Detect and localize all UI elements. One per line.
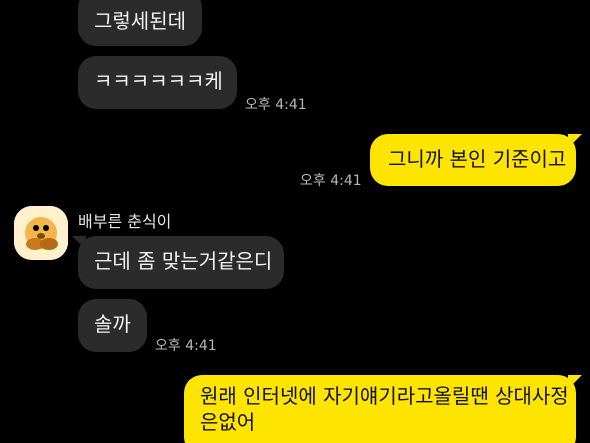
message-text: 그니까 본인 기준이고 [388, 147, 567, 171]
message-text-line: 원래 인터넷에 자기얘기라고올릴땐 상대사정 [200, 384, 569, 408]
message-timestamp: 오후 4:41 [300, 173, 362, 189]
message-text: 그렇세된데 [94, 9, 186, 33]
message-timestamp: 오후 4:41 [245, 97, 307, 113]
message-timestamp: 오후 4:41 [155, 338, 217, 354]
message-text: 솔까 [94, 312, 131, 336]
message-bubble-incoming[interactable]: 그렇세된데 [78, 0, 202, 46]
chat-screen: 그렇세된데 ㅋㅋㅋㅋㅋㅋ케 오후 4:41 그니까 본인 기준이고 오후 4:4… [0, 0, 590, 443]
message-bubble-outgoing[interactable]: 원래 인터넷에 자기얘기라고올릴땐 상대사정 은없어 [184, 375, 576, 443]
message-text: ㅋㅋㅋㅋㅋㅋ케 [94, 69, 223, 93]
message-text: 근데 좀 맞는거같은디 [94, 249, 273, 273]
message-bubble-incoming[interactable]: 근데 좀 맞는거같은디 [78, 236, 284, 289]
chunsik-avatar-icon [14, 206, 68, 260]
message-text-line: 은없어 [200, 410, 256, 434]
message-bubble-outgoing[interactable]: 그니까 본인 기준이고 [370, 134, 576, 186]
bubble-tail [568, 134, 582, 148]
sender-avatar[interactable] [14, 206, 68, 260]
bubble-tail [568, 375, 582, 389]
message-bubble-incoming[interactable]: ㅋㅋㅋㅋㅋㅋ케 [78, 56, 237, 109]
message-bubble-incoming[interactable]: 솔까 [78, 299, 147, 352]
sender-name: 배부른 춘식이 [78, 212, 172, 231]
